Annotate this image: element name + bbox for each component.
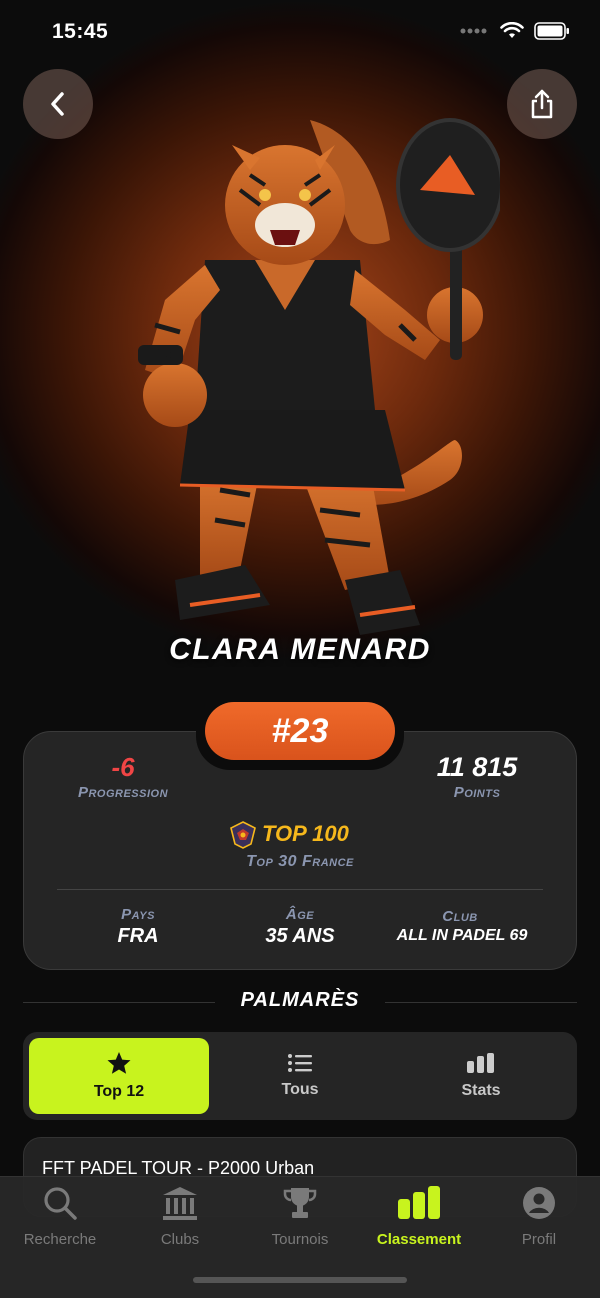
nav-item-tournois[interactable]: Tournois: [240, 1185, 360, 1255]
stats-divider: [57, 889, 543, 890]
club-label: Club: [442, 908, 478, 925]
nav-label-recherche: Recherche: [23, 1231, 97, 1248]
tab-stats-label: Stats: [461, 1082, 501, 1099]
list-icon: [288, 1054, 312, 1072]
nav-label-classement: Classement: [376, 1231, 462, 1248]
tab-top-12-label: Top 12: [93, 1083, 145, 1100]
age-label: Âge: [285, 906, 315, 923]
palmares-title: PALMARÈS: [240, 989, 360, 1011]
player-name: CLARA MENARD: [169, 633, 431, 666]
section-line-right: [385, 1002, 577, 1003]
chevron-left-icon: [51, 92, 64, 116]
tier-subtitle: Top 30 France: [246, 853, 354, 870]
tier-label: TOP 100: [262, 821, 349, 846]
nav-item-profil[interactable]: Profil: [479, 1185, 599, 1255]
player-mascot-image: [138, 118, 500, 635]
tab-stats[interactable]: Stats: [391, 1038, 571, 1114]
age-value: 35 ANS: [265, 925, 335, 947]
nav-label-clubs: Clubs: [160, 1231, 200, 1248]
building-icon: [163, 1187, 197, 1220]
search-icon: [44, 1187, 77, 1220]
club-value: ALL IN PADEL 69: [396, 927, 528, 944]
points-value: 11 815: [436, 752, 518, 782]
user-icon: [523, 1187, 555, 1219]
tier-emblem-icon: [230, 821, 256, 849]
wifi-icon: [500, 22, 524, 38]
rank-badge: #23: [205, 702, 395, 760]
bars-icon: [467, 1053, 494, 1073]
progression-label: Progression: [77, 784, 169, 801]
signal-icon: [460, 28, 487, 34]
status-icons: [460, 22, 570, 40]
nav-item-clubs[interactable]: Clubs: [120, 1185, 240, 1255]
share-icon: [531, 89, 553, 119]
home-indicator: [193, 1277, 407, 1283]
status-bar: 15:45: [0, 0, 600, 64]
tab-top-12[interactable]: Top 12: [29, 1038, 209, 1114]
progression-value: -6: [111, 752, 135, 782]
country-value: FRA: [117, 925, 159, 947]
nav-item-classement[interactable]: Classement: [359, 1185, 479, 1255]
share-button[interactable]: [507, 69, 577, 139]
nav-label-tournois: Tournois: [271, 1231, 329, 1248]
country-label: Pays: [121, 906, 155, 923]
status-time: 15:45: [52, 20, 109, 43]
points-label: Points: [453, 784, 501, 801]
nav-label-profil: Profil: [521, 1231, 557, 1248]
nav-item-recherche[interactable]: Recherche: [0, 1185, 120, 1255]
back-button[interactable]: [23, 69, 93, 139]
ranking-icon: [398, 1186, 440, 1219]
trophy-icon: [283, 1188, 317, 1218]
tab-tous[interactable]: Tous: [210, 1038, 390, 1114]
palmares-tabs: Top 12 Tous Stats: [23, 1032, 577, 1120]
battery-icon: [534, 22, 569, 40]
tab-tous-label: Tous: [281, 1081, 319, 1098]
star-icon: [107, 1052, 131, 1074]
